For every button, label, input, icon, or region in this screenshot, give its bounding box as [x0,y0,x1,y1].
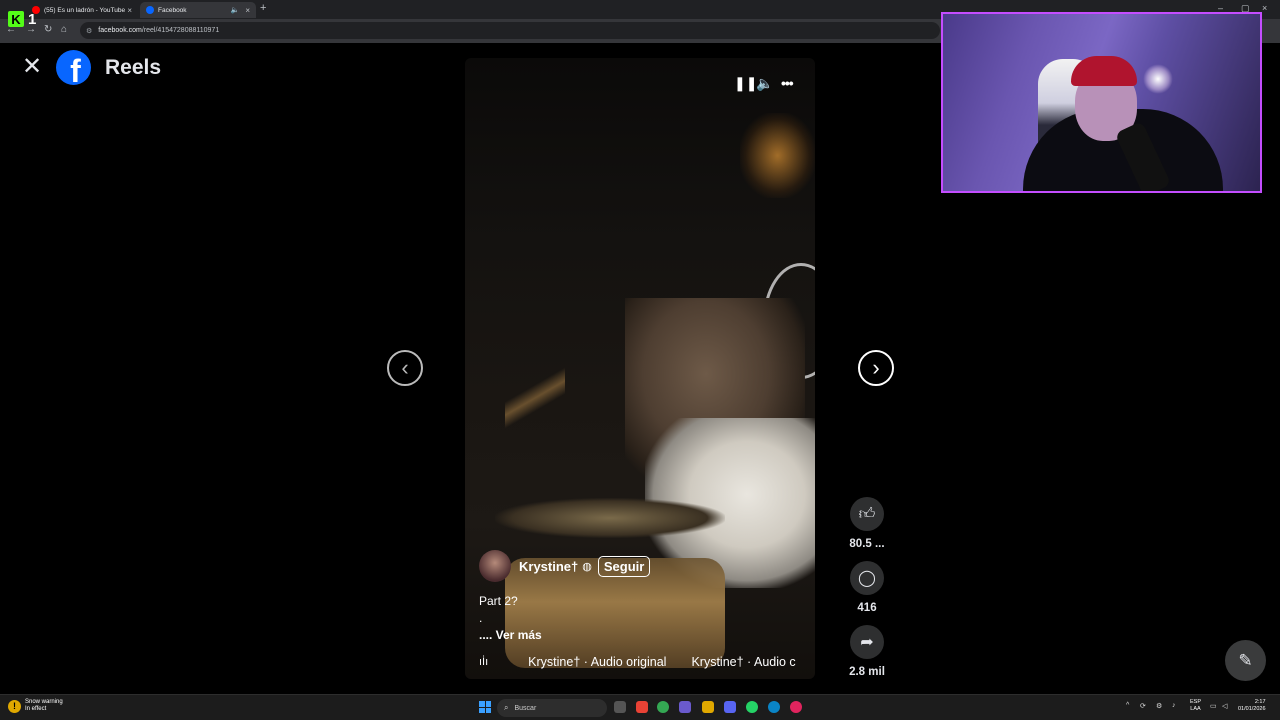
like-count: 80.5 ... [849,538,885,550]
app-icon[interactable] [790,701,802,713]
share-icon[interactable]: ➦ [850,625,884,659]
streamer-webcam [941,12,1262,193]
search-placeholder: Buscar [514,704,537,712]
weather-title: Snow warning [25,699,63,705]
network-icon[interactable]: ▭ [1210,702,1217,710]
page-title: Reels [105,56,162,79]
webcam-lamp [1143,64,1173,94]
chrome-icon[interactable] [657,701,669,713]
discord-icon[interactable] [724,701,736,713]
clock-time: 2:17 [1254,699,1266,705]
share-action[interactable]: ➦ 2.8 mil [849,625,885,678]
weather-widget[interactable]: ! Snow warning In effect [8,699,63,713]
video-drumstick-blur [505,348,565,448]
close-tab-icon[interactable]: × [127,6,132,15]
url-field[interactable]: ⚙ facebook.com /reel/4154728088110971 [80,22,940,39]
system-clock[interactable]: 2:17 01/01/2026 [1238,699,1266,713]
see-more-link[interactable]: .... Ver más [479,627,542,644]
chevron-left-icon: ‹ [401,355,409,380]
reel-caption: Part 2? . .... Ver más [479,593,542,644]
file-explorer-icon[interactable] [702,701,714,713]
author-row: Krystine† ◍ Seguir [479,550,651,582]
compose-edit-button[interactable]: ✎ [1225,640,1266,681]
tray-icon[interactable]: ⚙ [1156,702,1162,710]
audio-label: Krystine† · Audio original [528,655,667,669]
site-info-icon[interactable]: ⚙ [86,27,92,35]
viewer-count: 1 [28,10,37,28]
globe-icon: ◍ [582,560,592,573]
tab-facebook[interactable]: Facebook 🔈 × [140,2,256,18]
author-name[interactable]: Krystine† [519,559,578,574]
windows-start-icon[interactable] [479,701,491,713]
facebook-favicon-icon [146,6,154,14]
clock-date: 01/01/2026 [1238,706,1266,712]
url-path: /reel/4154728088110971 [141,27,220,34]
webcam-streamer-cap [1071,56,1137,86]
tab-youtube[interactable]: (55) Es un ladrón - YouTube × [26,2,138,18]
facebook-logo-icon[interactable]: f [56,50,91,85]
url-domain: facebook.com [98,27,142,34]
caption-line: Part 2? [479,594,518,608]
window-close-icon[interactable]: × [1262,3,1267,13]
tray-icon[interactable]: ⟳ [1140,702,1146,710]
pause-icon[interactable]: ❚❚ [734,75,757,92]
audio-wave-icon: ıİı [479,656,489,668]
language-indicator[interactable]: ESP LAA [1190,699,1201,713]
tab-title: Facebook [158,6,187,14]
audio-row[interactable]: ıİı Krystine† · Audio original Krystine†… [479,655,815,669]
close-tab-icon[interactable]: × [245,6,250,15]
windows-taskbar: ! Snow warning In effect ⌕ Buscar ^ ⟳ ⚙ … [0,694,1280,720]
edge-icon[interactable] [768,701,780,713]
microphone-icon[interactable]: ♪ [1172,702,1176,709]
like-action[interactable]: 👍︎ 80.5 ... [849,497,885,550]
video-lamp-glow [740,113,815,198]
taskbar-search[interactable]: ⌕ Buscar [497,699,607,717]
search-icon: ⌕ [504,703,509,712]
stream-viewer-badge: K 1 [8,9,42,29]
avatar[interactable] [479,550,511,582]
tab-audio-icon[interactable]: 🔈 [231,6,240,14]
like-icon[interactable]: 👍︎ [850,497,884,531]
audio-label: Krystine† · Audio c [691,655,796,669]
video-cymbal [495,498,725,538]
app-icon[interactable] [679,701,691,713]
app-icon[interactable] [636,701,648,713]
tray-overflow-icon[interactable]: ^ [1126,702,1129,709]
speaker-icon[interactable]: ◁ [1222,702,1227,710]
home-icon[interactable]: ⌂ [61,24,67,35]
comment-action[interactable]: ◯ 416 [849,561,885,614]
comment-count: 416 [857,602,877,614]
reload-icon[interactable]: ↻ [44,24,52,35]
more-options-icon[interactable]: ••• [781,75,794,91]
next-reel-button[interactable]: › [858,350,894,386]
previous-reel-button[interactable]: ‹ [387,350,423,386]
weather-warning-icon: ! [8,699,21,713]
reel-video[interactable] [465,58,815,679]
task-view-icon[interactable] [614,701,626,713]
chevron-right-icon: › [872,355,880,380]
edit-icon: ✎ [1238,650,1253,670]
whatsapp-icon[interactable] [746,701,758,713]
close-reels-icon[interactable]: ✕ [22,55,42,79]
new-tab-plus-icon[interactable]: + [260,2,266,14]
follow-button[interactable]: Seguir [597,555,651,577]
comment-icon[interactable]: ◯ [850,561,884,595]
kick-logo-icon: K [8,11,24,27]
tab-title: (55) Es un ladrón - YouTube [44,6,126,14]
volume-icon[interactable]: 🔈 [756,75,773,92]
share-count: 2.8 mil [849,666,885,678]
weather-subtitle: In effect [25,706,47,712]
caption-line: . [479,611,483,625]
